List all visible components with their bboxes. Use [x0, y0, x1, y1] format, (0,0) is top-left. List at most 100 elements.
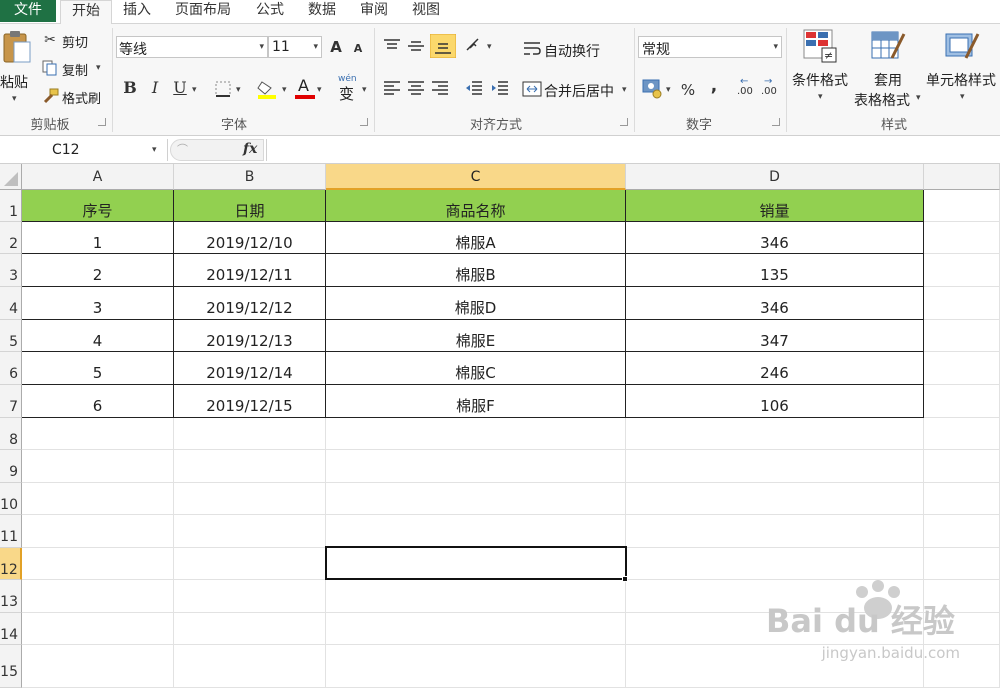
empty-cell[interactable] [174, 450, 326, 483]
empty-cell[interactable] [22, 483, 174, 515]
phonetic-dropdown-icon[interactable]: ▾ [362, 85, 367, 95]
table-cell[interactable]: 棉服C [326, 352, 626, 385]
row-header[interactable]: 5 [0, 320, 22, 352]
empty-cell[interactable] [626, 548, 924, 580]
fill-color-icon[interactable] [256, 78, 280, 100]
table-cell[interactable]: 2019/12/12 [174, 287, 326, 320]
row-header[interactable]: 10 [0, 483, 22, 515]
align-top-icon[interactable] [382, 38, 402, 54]
empty-cell[interactable] [626, 418, 924, 450]
column-header-e[interactable] [924, 164, 1000, 190]
font-launcher-icon[interactable] [360, 118, 368, 126]
empty-cell[interactable] [326, 580, 626, 613]
font-size-select[interactable]: 11 ▾ [268, 36, 322, 58]
empty-cell[interactable] [924, 352, 1000, 385]
empty-cell[interactable] [326, 613, 626, 645]
table-cell[interactable]: 棉服E [326, 320, 626, 352]
empty-cell[interactable] [924, 190, 1000, 222]
row-header[interactable]: 4 [0, 287, 22, 320]
table-header-cell[interactable]: 销量 [626, 190, 924, 222]
table-header-cell[interactable]: 商品名称 [326, 190, 626, 222]
empty-cell[interactable] [924, 320, 1000, 352]
row-header[interactable]: 6 [0, 352, 22, 385]
fill-color-dropdown-icon[interactable]: ▾ [282, 85, 287, 95]
table-cell[interactable]: 棉服D [326, 287, 626, 320]
table-cell[interactable]: 106 [626, 385, 924, 418]
fill-handle[interactable] [622, 576, 628, 582]
empty-cell[interactable] [22, 613, 174, 645]
empty-cell[interactable] [22, 450, 174, 483]
increase-indent-icon[interactable] [490, 80, 510, 96]
empty-cell[interactable] [924, 548, 1000, 580]
empty-cell[interactable] [174, 418, 326, 450]
table-cell[interactable]: 2019/12/14 [174, 352, 326, 385]
row-header[interactable]: 14 [0, 613, 22, 645]
formula-collapse-icon[interactable]: ⌒ [177, 141, 188, 157]
underline-dropdown-icon[interactable]: ▾ [192, 85, 197, 95]
table-cell[interactable]: 2019/12/10 [174, 222, 326, 254]
row-header[interactable]: 15 [0, 645, 22, 688]
empty-cell[interactable] [174, 515, 326, 548]
orientation-icon[interactable] [464, 36, 486, 54]
format-painter-button[interactable]: 格式刷 [40, 86, 110, 107]
empty-cell[interactable] [924, 254, 1000, 287]
empty-cell[interactable] [22, 418, 174, 450]
empty-cell[interactable] [174, 613, 326, 645]
name-box[interactable]: C12 ▾ [0, 139, 168, 161]
row-header[interactable]: 7 [0, 385, 22, 418]
table-cell[interactable]: 5 [22, 352, 174, 385]
decrease-decimal-button[interactable]: → .00 [760, 76, 782, 100]
paste-button[interactable]: 粘贴 ▾ [0, 26, 34, 106]
bold-button[interactable]: B [120, 78, 140, 98]
align-middle-icon[interactable] [406, 38, 426, 54]
table-cell[interactable]: 3 [22, 287, 174, 320]
table-cell[interactable]: 347 [626, 320, 924, 352]
tab-data[interactable]: 数据 [304, 0, 340, 24]
table-cell[interactable]: 1 [22, 222, 174, 254]
table-cell[interactable]: 棉服B [326, 254, 626, 287]
table-cell[interactable]: 2 [22, 254, 174, 287]
table-cell[interactable]: 135 [626, 254, 924, 287]
accounting-dropdown-icon[interactable]: ▾ [666, 85, 671, 95]
empty-cell[interactable] [626, 450, 924, 483]
empty-cell[interactable] [174, 645, 326, 688]
empty-cell[interactable] [22, 548, 174, 580]
tab-insert[interactable]: 插入 [120, 0, 154, 24]
empty-cell[interactable] [326, 483, 626, 515]
grow-font-button[interactable]: A [326, 37, 346, 57]
align-center-icon[interactable] [406, 80, 426, 96]
row-header[interactable]: 11 [0, 515, 22, 548]
table-cell[interactable]: 棉服A [326, 222, 626, 254]
row-header[interactable]: 2 [0, 222, 22, 254]
column-header-c[interactable]: C [326, 164, 626, 190]
empty-cell[interactable] [924, 287, 1000, 320]
empty-cell[interactable] [22, 580, 174, 613]
insert-function-button[interactable]: fx [243, 141, 257, 157]
align-left-icon[interactable] [382, 80, 402, 96]
tab-review[interactable]: 审阅 [356, 0, 392, 24]
table-cell[interactable]: 棉服F [326, 385, 626, 418]
empty-cell[interactable] [326, 418, 626, 450]
empty-cell[interactable] [174, 580, 326, 613]
tab-page-layout[interactable]: 页面布局 [170, 0, 236, 24]
table-cell[interactable]: 346 [626, 222, 924, 254]
row-header[interactable]: 9 [0, 450, 22, 483]
border-dropdown-icon[interactable]: ▾ [236, 85, 241, 95]
formula-input[interactable] [266, 139, 1000, 161]
number-launcher-icon[interactable] [772, 118, 780, 126]
column-header-b[interactable]: B [174, 164, 326, 190]
table-header-cell[interactable]: 序号 [22, 190, 174, 222]
select-all-corner[interactable] [0, 164, 22, 190]
accounting-format-icon[interactable] [642, 78, 664, 100]
table-cell[interactable]: 6 [22, 385, 174, 418]
column-header-d[interactable]: D [626, 164, 924, 190]
align-bottom-icon[interactable] [430, 34, 456, 58]
italic-button[interactable]: I [145, 78, 165, 98]
empty-cell[interactable] [326, 515, 626, 548]
empty-cell[interactable] [924, 385, 1000, 418]
empty-cell[interactable] [924, 418, 1000, 450]
empty-cell[interactable] [626, 483, 924, 515]
empty-cell[interactable] [326, 645, 626, 688]
column-header-a[interactable]: A [22, 164, 174, 190]
tab-formulas[interactable]: 公式 [252, 0, 288, 24]
